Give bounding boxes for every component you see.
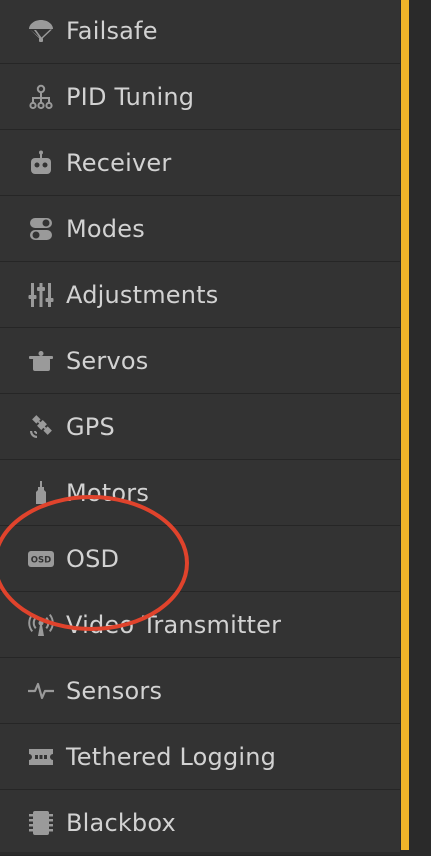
sidebar-item-motors[interactable]: Motors [0,460,400,526]
servo-icon [26,346,56,376]
sidebar-item-gps[interactable]: GPS [0,394,400,460]
accent-bar [401,0,409,850]
parachute-icon [26,16,56,46]
sidebar-item-label: Blackbox [66,808,176,837]
blackbox-icon [26,808,56,838]
sidebar-item-blackbox[interactable]: Blackbox [0,790,400,856]
sidebar-item-servos[interactable]: Servos [0,328,400,394]
sliders-icon [26,280,56,310]
sidebar: Failsafe PID Tuning Receiver Modes Adjus… [0,0,400,856]
sidebar-item-label: OSD [66,544,120,573]
sidebar-item-label: Sensors [66,676,163,705]
ticket-icon [26,742,56,772]
sidebar-item-label: Failsafe [66,16,158,45]
broadcast-icon [26,610,56,640]
sidebar-item-pid-tuning[interactable]: PID Tuning [0,64,400,130]
sidebar-item-label: Tethered Logging [66,742,277,771]
svg-text:OSD: OSD [31,555,51,565]
sidebar-item-video-transmitter[interactable]: Video Transmitter [0,592,400,658]
sidebar-item-sensors[interactable]: Sensors [0,658,400,724]
sidebar-item-label: Receiver [66,148,172,177]
sidebar-item-label: Video Transmitter [66,610,282,639]
sidebar-item-adjustments[interactable]: Adjustments [0,262,400,328]
sidebar-item-label: Servos [66,346,149,375]
sidebar-item-label: Adjustments [66,280,219,309]
sidebar-item-tethered-logging[interactable]: Tethered Logging [0,724,400,790]
sidebar-item-failsafe[interactable]: Failsafe [0,0,400,64]
sidebar-item-modes[interactable]: Modes [0,196,400,262]
motor-icon [26,478,56,508]
sidebar-item-label: GPS [66,412,115,441]
robot-icon [26,148,56,178]
toggle-icon [26,214,56,244]
pulse-icon [26,676,56,706]
satellite-icon [26,412,56,442]
sidebar-item-label: Modes [66,214,145,243]
sitemap-icon [26,82,56,112]
sidebar-item-osd[interactable]: OSD OSD [0,526,400,592]
osd-icon: OSD [26,544,56,574]
sidebar-item-receiver[interactable]: Receiver [0,130,400,196]
sidebar-item-label: PID Tuning [66,82,195,111]
sidebar-item-label: Motors [66,478,150,507]
